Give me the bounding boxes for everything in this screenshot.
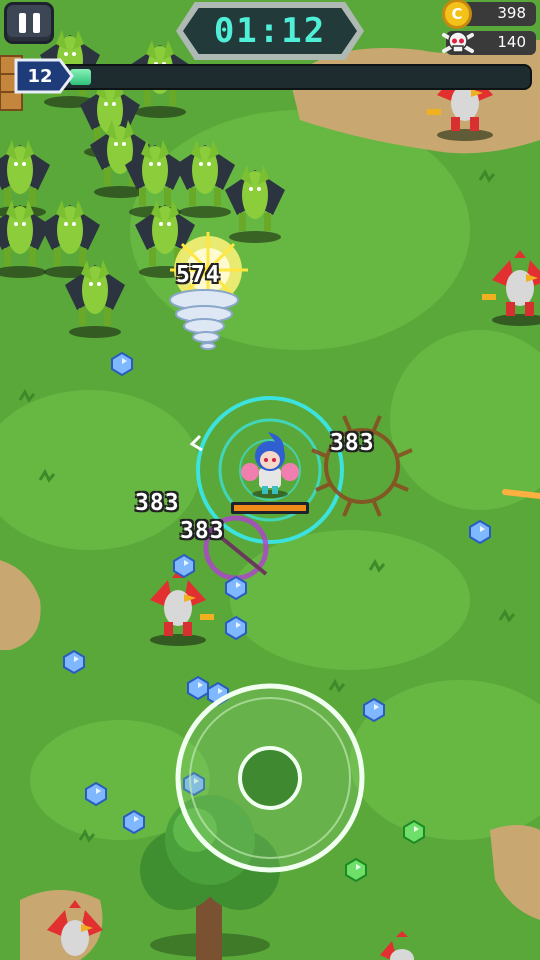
pause-icon bbox=[18, 13, 26, 33]
pause-button[interactable] bbox=[4, 2, 54, 44]
joystick-knob[interactable] bbox=[238, 746, 302, 810]
coin-count: 398 bbox=[497, 4, 526, 22]
fire-streak bbox=[502, 489, 540, 499]
damage-number: 574 bbox=[176, 262, 221, 288]
skull-icon bbox=[442, 31, 474, 53]
damage-number: 383 bbox=[180, 518, 225, 544]
xp-bar bbox=[38, 64, 532, 90]
level-number: 12 bbox=[27, 65, 53, 87]
damage-number: 383 bbox=[135, 490, 180, 516]
timer-display: 01:12 bbox=[183, 8, 357, 54]
coin-icon: C bbox=[442, 0, 472, 29]
game-field[interactable] bbox=[0, 0, 540, 960]
player-hero bbox=[241, 432, 299, 498]
timer-text: 01:12 bbox=[213, 11, 327, 51]
pause-icon bbox=[32, 13, 40, 33]
kill-count: 140 bbox=[497, 33, 526, 51]
virtual-joystick[interactable] bbox=[175, 683, 365, 873]
damage-number: 383 bbox=[330, 430, 375, 456]
player-hp-fill bbox=[234, 505, 306, 511]
